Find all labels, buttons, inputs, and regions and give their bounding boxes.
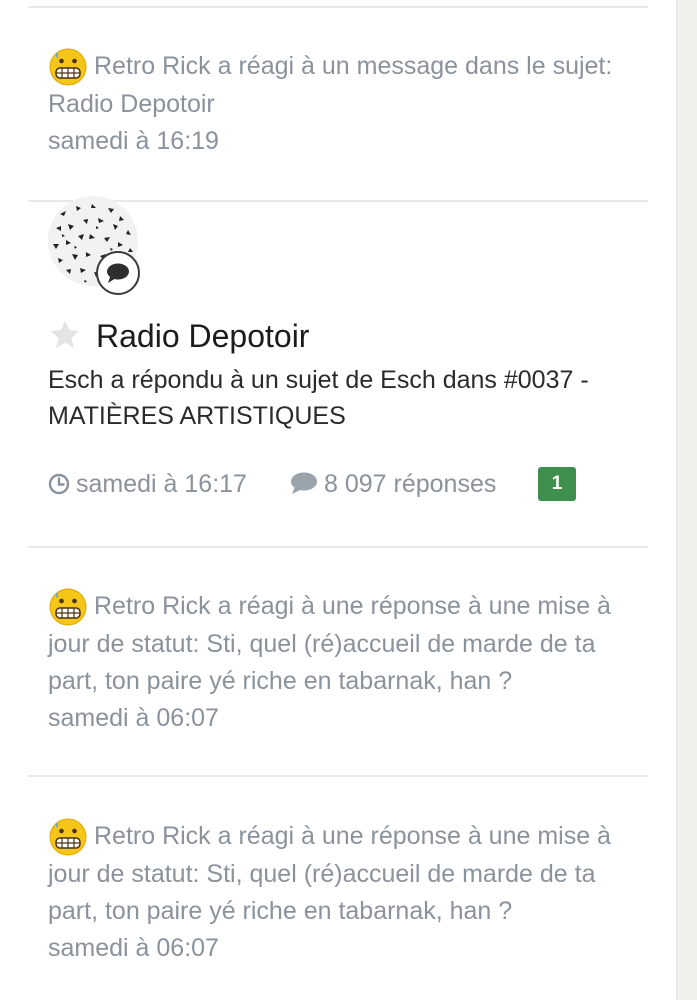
- topic-replies[interactable]: 8 097 réponses: [324, 470, 496, 498]
- activity-text[interactable]: Retro Rick a réagi à une réponse à une m…: [48, 592, 611, 695]
- topic-summary: Esch a répondu à un sujet de Esch dans #…: [48, 366, 589, 430]
- activity-time: samedi à 06:07: [48, 934, 219, 962]
- activity-item-reaction[interactable]: Retro Rick a réagi à une réponse à une m…: [48, 816, 628, 967]
- feed-divider: [28, 775, 648, 777]
- activity-item-reaction[interactable]: Retro Rick a réagi à une réponse à une m…: [48, 586, 628, 737]
- topic-time: samedi à 16:17: [76, 470, 247, 498]
- unread-count-badge[interactable]: 1: [538, 467, 576, 501]
- topic-time-group: samedi à 16:17: [48, 464, 247, 504]
- feed-divider: [28, 6, 648, 8]
- topic-replies-group[interactable]: 8 097 réponses: [290, 464, 496, 504]
- activity-text[interactable]: Retro Rick a réagi à un message dans le …: [48, 52, 612, 118]
- grimace-emoji-icon: [49, 818, 87, 856]
- grimace-emoji-icon: [49, 48, 87, 86]
- star-icon[interactable]: [48, 318, 82, 352]
- comment-icon: [107, 263, 129, 283]
- grimace-emoji-icon: [49, 588, 87, 626]
- activity-time: samedi à 06:07: [48, 704, 219, 732]
- comment-icon: [291, 472, 317, 494]
- topic-meta: samedi à 16:17 8 097 réponses 1: [48, 464, 648, 504]
- topic-title-row: Radio Depotoir: [48, 314, 648, 358]
- activity-item-reaction[interactable]: Retro Rick a réagi à un message dans le …: [48, 46, 628, 160]
- topic-title[interactable]: Radio Depotoir: [96, 314, 309, 358]
- activity-text[interactable]: Retro Rick a réagi à une réponse à une m…: [48, 822, 611, 925]
- avatar-group[interactable]: [48, 196, 148, 296]
- clock-icon: [48, 473, 70, 495]
- comment-badge: [96, 251, 140, 295]
- scrollbar-track[interactable]: [677, 0, 697, 1000]
- feed-divider: [28, 546, 648, 548]
- activity-time: samedi à 16:19: [48, 127, 219, 155]
